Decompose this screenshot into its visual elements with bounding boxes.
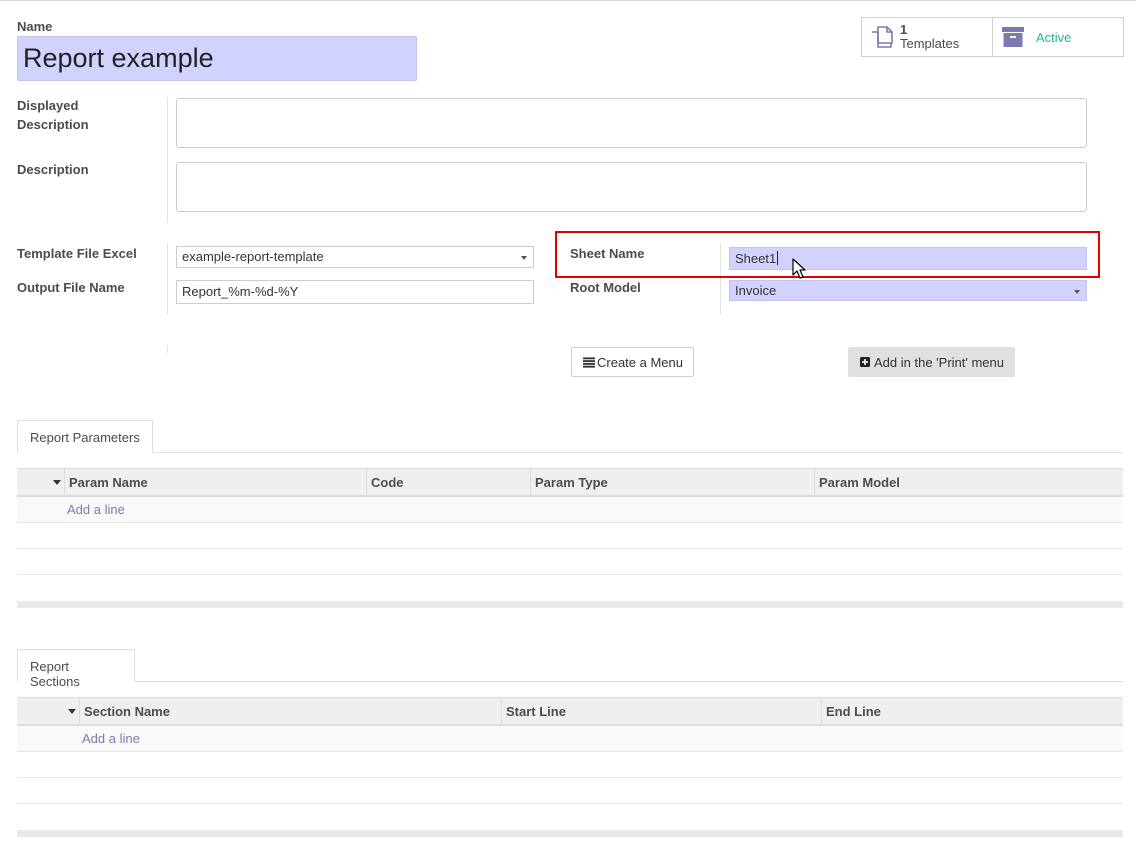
label-separator [167,97,168,223]
label-separator [167,243,168,315]
description-textarea[interactable] [176,162,1087,212]
column-param-model[interactable]: Param Model [814,469,1123,496]
tab-report-parameters[interactable]: Report Parameters [17,420,153,453]
table-row [17,523,1123,549]
sections-table-header: Section Name Start Line End Line [17,697,1123,726]
displayed-description-label: Displayed Description [17,96,89,134]
add-line-link[interactable]: Add a line [82,726,140,752]
active-toggle-button[interactable]: Active [992,17,1124,57]
templates-count: 1 [900,22,908,37]
tab-bar-line [17,681,1123,682]
parameters-table-header: Param Name Code Param Type Param Model [17,468,1123,497]
output-file-input[interactable]: Report_%m-%d-%Y [176,280,534,304]
active-label: Active [1036,29,1072,45]
displayed-description-label-line2: Description [17,117,89,132]
highlight-box [555,231,1100,278]
column-section-name[interactable]: Section Name [79,698,502,725]
table-footer [17,601,1123,608]
name-label: Name [17,19,53,34]
parameters-table: Param Name Code Param Type Param Model A… [17,468,1123,608]
table-row [17,804,1123,830]
copy-icon [872,26,893,48]
table-footer [17,830,1123,837]
name-input[interactable]: Report example [17,36,417,81]
tab-report-sections[interactable]: Report Sections [17,649,135,689]
archive-icon [1002,27,1024,47]
caret-down-icon[interactable] [68,709,76,714]
table-row [17,575,1123,601]
add-print-menu-button[interactable]: Add in the 'Print' menu [848,347,1015,377]
root-model-label: Root Model [570,280,641,295]
template-file-label: Template File Excel [17,246,137,261]
list-icon [583,356,595,368]
chevron-down-icon [521,256,527,260]
top-border [0,0,1136,1]
root-model-select[interactable]: Invoice [729,280,1087,301]
table-row: Add a line [17,497,1123,523]
column-start-line[interactable]: Start Line [501,698,822,725]
template-file-value: example-report-template [182,249,324,264]
table-row [17,778,1123,804]
templates-smart-button[interactable]: 1 Templates [861,17,993,57]
column-param-type[interactable]: Param Type [530,469,815,496]
root-model-value: Invoice [735,283,777,298]
label-separator [167,345,168,353]
output-file-label: Output File Name [17,280,125,295]
plus-square-icon [860,356,871,368]
column-code[interactable]: Code [366,469,531,496]
templates-label: Templates [900,36,960,51]
create-menu-button[interactable]: Create a Menu [571,347,694,377]
mouse-pointer-icon [792,258,806,279]
description-label: Description [17,162,89,177]
sections-table: Section Name Start Line End Line Add a l… [17,697,1123,837]
templates-smart-text: 1 Templates [900,23,959,51]
add-line-link[interactable]: Add a line [67,497,125,523]
table-row [17,752,1123,778]
create-menu-label: Create a Menu [597,354,683,370]
column-param-name[interactable]: Param Name [64,469,367,496]
chevron-down-icon [1074,290,1080,294]
displayed-description-label-line1: Displayed [17,98,79,113]
table-row [17,549,1123,575]
tab-bar-line [17,452,1123,453]
caret-down-icon[interactable] [53,480,61,485]
table-row: Add a line [17,726,1123,752]
template-file-select[interactable]: example-report-template [176,246,534,268]
displayed-description-textarea[interactable] [176,98,1087,148]
add-print-menu-label: Add in the 'Print' menu [874,354,1004,370]
column-end-line[interactable]: End Line [821,698,1123,725]
